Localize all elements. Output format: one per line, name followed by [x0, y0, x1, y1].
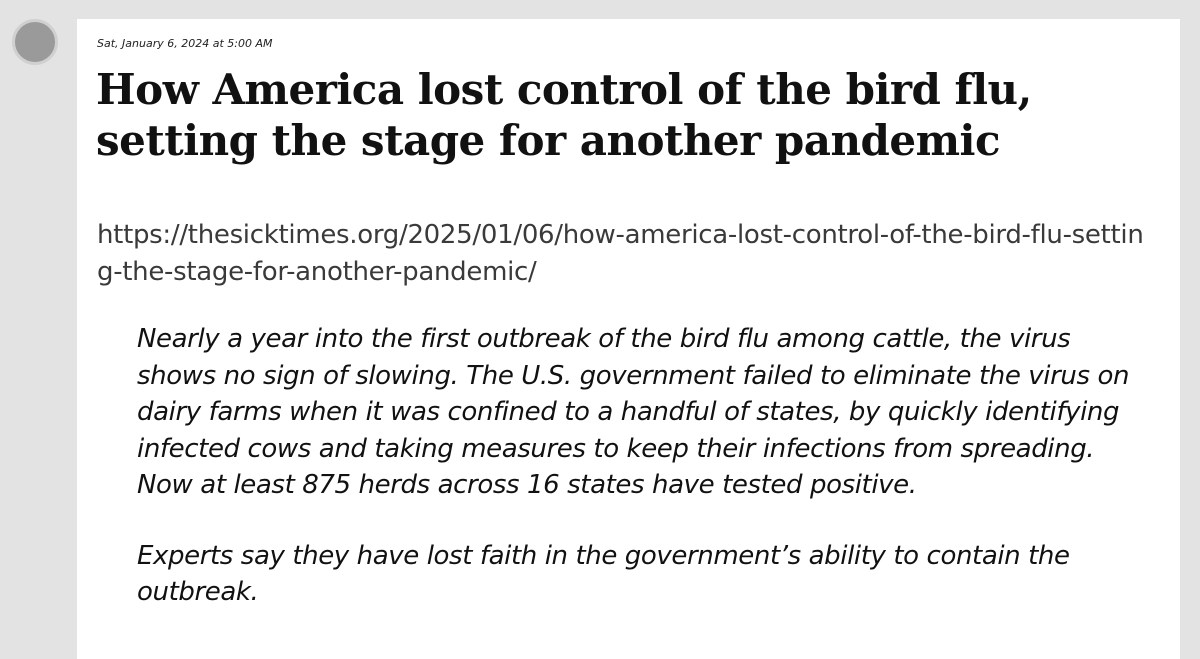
post-link[interactable]: https://thesicktimes.org/2025/01/06/how-…	[97, 217, 1157, 291]
quote-paragraph: Nearly a year into the first outbreak of…	[137, 324, 1130, 500]
avatar[interactable]	[12, 19, 58, 65]
post-timestamp: Sat, January 6, 2024 at 5:00 AM	[97, 37, 273, 50]
quote-paragraph: Experts say they have lost faith in the …	[137, 540, 1070, 608]
post-card: Sat, January 6, 2024 at 5:00 AM How Amer…	[77, 19, 1180, 659]
post-title: How America lost control of the bird flu…	[96, 65, 1032, 165]
post-quote: Nearly a year into the first outbreak of…	[137, 321, 1137, 645]
